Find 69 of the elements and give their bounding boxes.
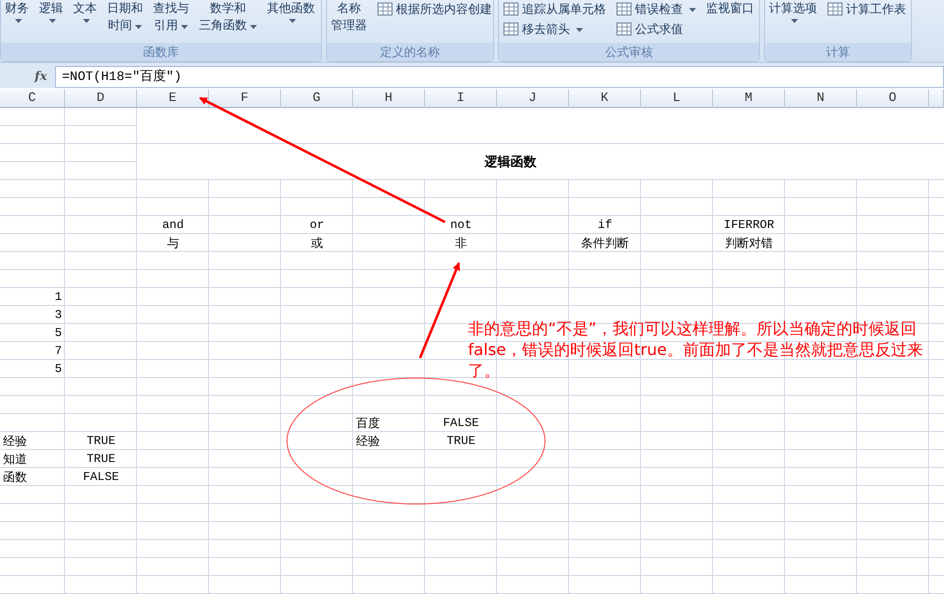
grid-icon (616, 22, 632, 36)
group-label: 定义的名称 (327, 43, 493, 61)
cell-text: 3 (54, 308, 62, 322)
ribbon-button[interactable]: 日期和 时间 (107, 0, 143, 43)
cell-text: 非 (455, 236, 467, 252)
column-header[interactable]: H (353, 89, 425, 108)
group-label: 计算 (765, 43, 911, 61)
cell-text: 条件判断 (581, 236, 629, 252)
grid-icon (827, 2, 843, 16)
ribbon-button[interactable]: 财务 (5, 0, 29, 43)
cell-text: 5 (54, 326, 62, 340)
cell-text: TRUE (86, 452, 116, 466)
function-button[interactable]: fx (0, 66, 55, 86)
cell-text: 经验 (3, 434, 27, 450)
group-label: 函数库 (1, 43, 321, 61)
cell-text: FALSE (442, 416, 479, 430)
cell-text: 或 (311, 236, 323, 252)
ribbon-button[interactable]: 计算选项 (769, 0, 817, 43)
group-label: 公式审核 (499, 43, 759, 61)
cell-text: 百度 (356, 416, 380, 432)
cell-text: if (598, 218, 612, 232)
cell-text: TRUE (86, 434, 116, 448)
column-header[interactable]: D (65, 89, 137, 108)
column-header[interactable]: O (857, 89, 929, 108)
cell-text: 1 (54, 290, 62, 304)
ribbon-button[interactable]: 计算工作表 (827, 0, 906, 18)
column-header[interactable]: L (641, 89, 713, 108)
cell-text: 7 (54, 344, 62, 358)
ribbon-button[interactable]: 错误检查 (616, 0, 696, 18)
ribbon-button[interactable]: 数学和 三角函数 (199, 0, 257, 43)
grid-icon (503, 2, 519, 16)
formula-field[interactable]: =NOT(H18=″百度″) (55, 66, 944, 88)
ribbon-button[interactable]: 追踪从属单元格 (503, 0, 606, 18)
cell-text: 与 (167, 236, 179, 252)
ribbon-button[interactable]: 文本 (73, 0, 97, 43)
column-header[interactable] (929, 89, 944, 108)
column-header[interactable]: I (425, 89, 497, 108)
column-header[interactable]: M (713, 89, 785, 108)
ribbon-button[interactable]: 查找与 引用 (153, 0, 189, 43)
ribbon-button[interactable]: 其他函数 (267, 0, 315, 43)
column-header[interactable]: N (785, 89, 857, 108)
cell-text: FALSE (82, 470, 119, 484)
ribbon-button[interactable]: 逻辑 (39, 0, 63, 43)
ribbon-button[interactable]: 根据所选内容创建 (377, 0, 492, 18)
cell-text: and (162, 218, 184, 232)
cell-text: not (450, 218, 472, 232)
cell-text: 知道 (3, 452, 27, 468)
cell-text: 判断对错 (725, 236, 773, 252)
column-header[interactable]: E (137, 89, 209, 108)
annotation-text: 非的意思的“不是”，我们可以这样理解。所以当确定的时候返回false，错误的时候返回true。前面加了不是当然就把意思反过来了。 (468, 318, 924, 381)
ribbon-button[interactable]: 公式求值 (616, 20, 696, 38)
cell-text: IFERROR (724, 218, 774, 232)
cell-text: 经验 (356, 434, 380, 450)
column-header[interactable]: K (569, 89, 641, 108)
cell-text: 函数 (3, 470, 27, 486)
grid-icon (503, 22, 519, 36)
grid-icon (377, 2, 393, 16)
ribbon-button[interactable]: 监视窗口 (706, 0, 754, 43)
column-header[interactable]: F (209, 89, 281, 108)
ribbon-button[interactable]: 名称 管理器 (331, 0, 367, 43)
column-header[interactable]: J (497, 89, 569, 108)
column-header[interactable]: G (281, 89, 353, 108)
cell-text: or (310, 218, 324, 232)
grid-icon (616, 2, 632, 16)
ribbon-button[interactable]: 移去箭头 (503, 20, 606, 38)
sheet-title: 逻辑函数 (484, 154, 536, 170)
cell-text: TRUE (446, 434, 476, 448)
cell-text: 5 (54, 362, 62, 376)
column-header[interactable]: C (0, 89, 65, 108)
